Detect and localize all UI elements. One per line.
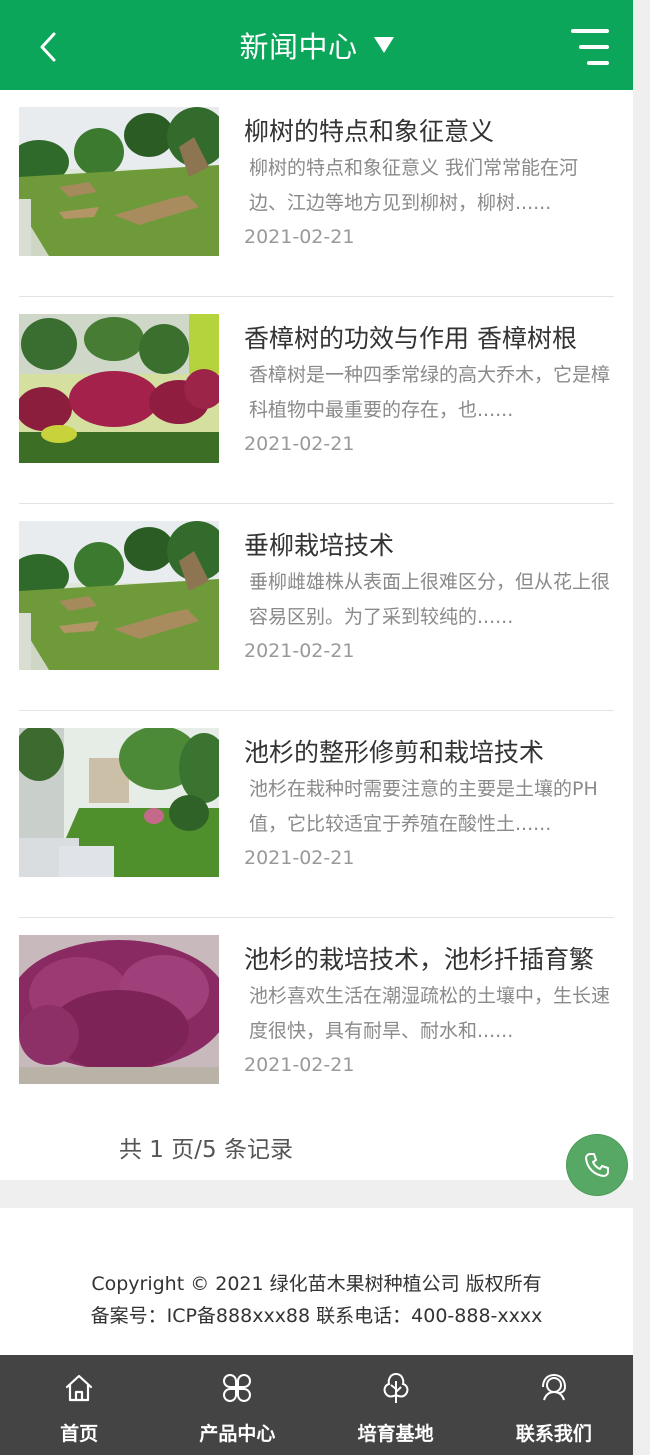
news-item[interactable]: 香樟树的功效与作用 香樟树根 香樟树是一种四季常绿的高大乔木，它是樟科植物中最重… [19, 297, 614, 504]
home-icon [66, 1374, 93, 1402]
nav-item-contact[interactable]: 联系我们 [475, 1355, 633, 1455]
news-date: 2021-02-21 [244, 640, 355, 662]
news-summary: 池杉喜欢生活在潮湿疏松的土壤中，生长速度很快，具有耐旱、耐水和...... [249, 985, 611, 1042]
header-title-wrap: 新闻中心 [0, 0, 633, 90]
news-date: 2021-02-21 [244, 226, 355, 248]
news-thumbnail[interactable] [19, 728, 219, 877]
news-date: 2021-02-21 [244, 1054, 355, 1076]
news-date: 2021-02-21 [244, 847, 355, 869]
grid-petals-icon [223, 1374, 252, 1402]
news-title[interactable]: 池杉的栽培技术，池杉扦插育繁 [244, 940, 614, 976]
nav-item-home[interactable]: 首页 [0, 1355, 158, 1455]
news-title[interactable]: 柳树的特点和象征意义 [244, 112, 614, 148]
phone-icon [585, 1153, 609, 1177]
record-text: 备案号：ICP备888xxx88 联系电话：400-888-xxxx [90, 1305, 543, 1327]
nav-label: 首页 [60, 1423, 99, 1445]
news-item[interactable]: 池杉的整形修剪和栽培技术 池杉在栽种时需要注意的主要是土壤的PH值，它比较适宜于… [19, 711, 614, 918]
menu-line [587, 61, 609, 65]
news-title[interactable]: 垂柳栽培技术 [244, 526, 614, 562]
news-list: 柳树的特点和象征意义 柳树的特点和象征意义 我们常常能在河边、江边等地方见到柳树… [19, 90, 614, 1125]
nav-item-products[interactable]: 产品中心 [158, 1355, 316, 1455]
menu-line [571, 29, 609, 33]
news-item[interactable]: 垂柳栽培技术 垂柳雌雄株从表面上很难区分，但从花上很容易区别。为了采到较纯的..… [19, 504, 614, 711]
pagination-info: 共 1 页/5 条记录 [119, 1137, 293, 1163]
nav-item-base[interactable]: 培育基地 [317, 1355, 475, 1455]
news-item[interactable]: 柳树的特点和象征意义 柳树的特点和象征意义 我们常常能在河边、江边等地方见到柳树… [19, 90, 614, 297]
news-item[interactable]: 池杉的栽培技术，池杉扦插育繁 池杉喜欢生活在潮湿疏松的土壤中，生长速度很快，具有… [19, 918, 614, 1125]
menu-line [579, 45, 609, 49]
bottom-nav: 首页 产品中心 培育基地 联系我们 [0, 1355, 633, 1455]
menu-icon[interactable] [565, 27, 609, 67]
news-summary: 池杉在栽种时需要注意的主要是土壤的PH值，它比较适宜于养殖在酸性土...... [249, 778, 598, 835]
news-thumbnail[interactable] [19, 521, 219, 670]
news-date: 2021-02-21 [244, 433, 355, 455]
news-summary: 柳树的特点和象征意义 我们常常能在河边、江边等地方见到柳树，柳树...... [249, 157, 579, 214]
page-title[interactable]: 新闻中心 [239, 24, 357, 66]
footer-info: Copyright © 2021 绿化苗木果树种植公司 版权所有 备案号：ICP… [0, 1268, 633, 1332]
nav-label: 联系我们 [515, 1423, 592, 1445]
news-thumbnail[interactable] [19, 107, 219, 256]
header-bar: 新闻中心 [0, 0, 633, 90]
tree-icon [383, 1372, 409, 1403]
news-summary: 香樟树是一种四季常绿的高大乔木，它是樟科植物中最重要的存在，也...... [249, 364, 611, 421]
news-summary: 垂柳雌雄株从表面上很难区分，但从花上很容易区别。为了采到较纯的...... [249, 571, 611, 628]
news-title[interactable]: 池杉的整形修剪和栽培技术 [244, 733, 614, 769]
call-button[interactable] [567, 1135, 627, 1195]
section-divider [0, 1180, 633, 1208]
support-agent-icon [541, 1373, 566, 1401]
copyright-text: Copyright © 2021 绿化苗木果树种植公司 版权所有 [91, 1273, 542, 1295]
news-title[interactable]: 香樟树的功效与作用 香樟树根 [244, 319, 614, 355]
news-thumbnail[interactable] [19, 314, 219, 463]
news-thumbnail[interactable] [19, 935, 219, 1084]
scrollbar[interactable] [633, 0, 650, 1455]
caret-down-icon[interactable] [373, 37, 394, 53]
nav-label: 产品中心 [199, 1423, 276, 1445]
nav-label: 培育基地 [357, 1423, 434, 1445]
page: 新闻中心 柳树的特点和象征意义 柳树的特点和象征意义 我们常常能在河边、江边等地… [0, 0, 633, 1455]
